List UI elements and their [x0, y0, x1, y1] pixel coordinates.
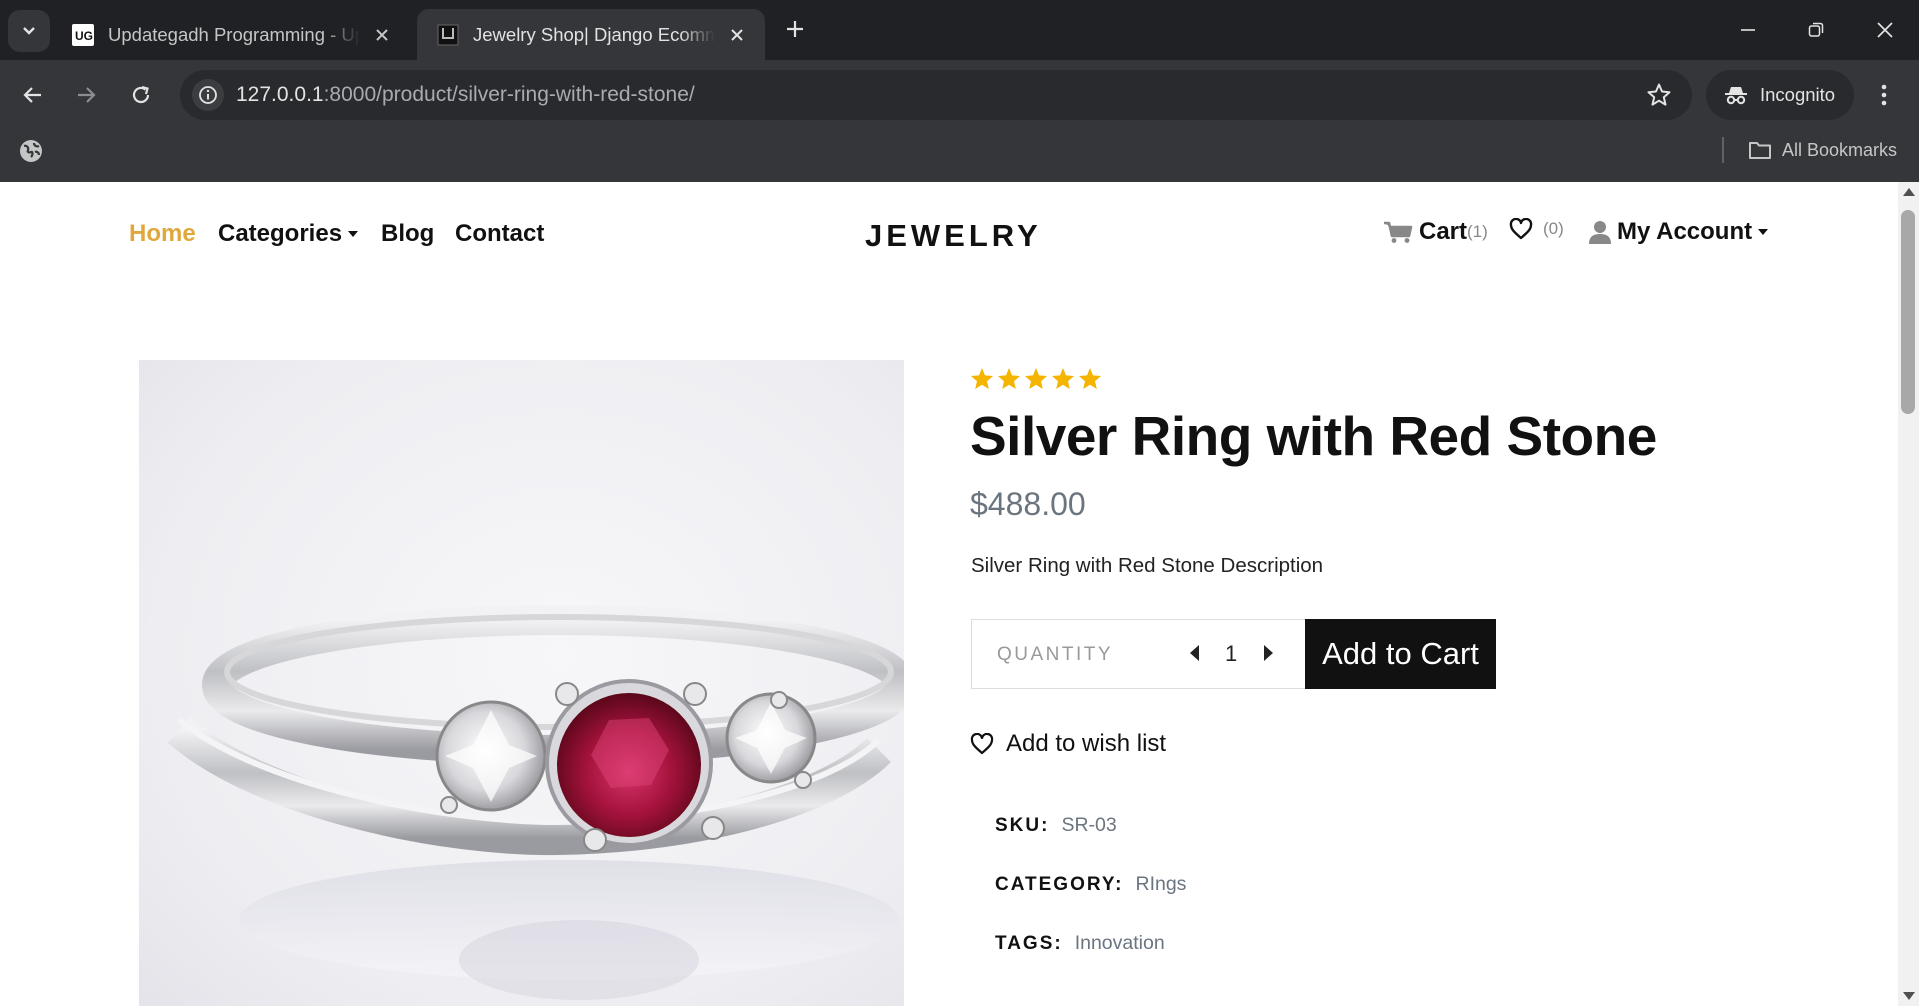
product-category: CATEGORY: RIngs [995, 873, 1186, 896]
cart-count: (1) [1467, 222, 1488, 241]
tags-label: TAGS: [995, 933, 1063, 954]
product-description: Silver Ring with Red Stone Description [971, 554, 1324, 577]
product-title: Silver Ring with Red Stone [970, 405, 1657, 467]
star-icon [998, 368, 1020, 389]
shop-bag-icon [437, 24, 459, 46]
sku-value: SR-03 [1061, 814, 1117, 836]
star-icon [971, 368, 993, 389]
cart-icon [1384, 221, 1413, 243]
nav-home-link[interactable]: Home [129, 220, 196, 248]
rating-stars [970, 367, 1102, 390]
arrow-left-icon [23, 87, 41, 103]
incognito-icon [1724, 84, 1748, 106]
cart-label: Cart [1419, 218, 1468, 245]
wishlist-count: (0) [1543, 219, 1564, 238]
add-to-wishlist-label: Add to wish list [1006, 730, 1167, 757]
nav-blog-link[interactable]: Blog [381, 220, 434, 248]
all-bookmarks-button[interactable]: All Bookmarks [1748, 136, 1897, 164]
incognito-label: Incognito [1760, 84, 1836, 105]
sku-label: SKU: [995, 815, 1050, 836]
globe-icon[interactable] [18, 138, 44, 164]
wishlist-link[interactable]: (0) [1509, 218, 1564, 240]
site-logo[interactable]: JEWELRY [865, 218, 1042, 254]
plus-icon [787, 21, 803, 37]
my-account-label: My Account [1617, 218, 1753, 245]
product-tags: TAGS: Innovation [995, 932, 1165, 955]
scroll-up-icon[interactable] [1903, 188, 1915, 196]
category-link[interactable]: RIngs [1135, 873, 1186, 896]
category-label: CATEGORY: [995, 874, 1124, 895]
address-bar[interactable]: 127.0.0.1:8000/product/silver-ring-with-… [180, 70, 1692, 120]
browser-menu-button[interactable] [1866, 77, 1902, 113]
scroll-down-icon[interactable] [1903, 992, 1915, 1000]
page-scrollbar[interactable] [1898, 182, 1919, 1006]
user-icon [1589, 221, 1611, 244]
all-bookmarks-label: All Bookmarks [1782, 139, 1898, 160]
quantity-input[interactable]: 1 [1225, 641, 1237, 667]
nav-categories-label: Categories [218, 220, 343, 247]
close-tab-icon[interactable] [370, 23, 394, 47]
url-text: 127.0.0.1:8000/product/silver-ring-with-… [236, 83, 695, 107]
my-account-dropdown[interactable]: My Account [1589, 218, 1769, 246]
browser-tab-bar: UG Updategadh Programming - Up Jewelry S… [0, 0, 1919, 60]
close-tab-icon[interactable] [725, 23, 749, 47]
star-icon [1052, 368, 1074, 389]
bookmarks-bar [0, 130, 1919, 182]
quantity-label: QUANTITY [997, 644, 1114, 665]
new-tab-button[interactable] [780, 14, 810, 44]
star-icon [1025, 368, 1047, 389]
increment-icon[interactable] [1264, 645, 1273, 661]
cart-link[interactable]: Cart (1) [1383, 218, 1488, 246]
decrement-icon[interactable] [1190, 645, 1199, 661]
url-path: :8000/product/silver-ring-with-red-stone… [323, 83, 695, 106]
back-button[interactable] [13, 75, 53, 115]
reload-button[interactable] [121, 75, 161, 115]
nav-contact-link[interactable]: Contact [455, 220, 544, 248]
nav-categories-dropdown[interactable]: Categories [218, 220, 359, 248]
add-to-cart-button[interactable]: Add to Cart [1305, 619, 1496, 689]
tag-link[interactable]: Innovation [1075, 932, 1165, 955]
heart-icon [970, 733, 994, 755]
restore-icon [1808, 22, 1824, 37]
caret-down-icon [1758, 229, 1769, 235]
minimize-icon [1741, 29, 1755, 31]
product-page: Home Categories Blog Contact JEWELRY Car… [0, 182, 1898, 1006]
tab-search-button[interactable] [8, 10, 50, 52]
tab-jewelry-shop[interactable]: Jewelry Shop| Django Ecommer [417, 9, 765, 60]
minimize-button[interactable] [1718, 8, 1778, 52]
star-icon [1079, 368, 1101, 389]
heart-icon [1509, 218, 1533, 240]
bookmark-star-icon[interactable] [1646, 82, 1672, 113]
tab-title: Jewelry Shop| Django Ecommer [473, 23, 715, 45]
bookmarks-divider [1722, 137, 1724, 163]
more-vert-icon [1881, 84, 1887, 106]
folder-icon [1749, 142, 1771, 159]
ug-logo-icon: UG [72, 23, 94, 46]
quantity-stepper: QUANTITY 1 [971, 619, 1306, 689]
chevron-down-icon [23, 27, 35, 35]
url-host: 127.0.0.1 [236, 83, 324, 106]
svg-text:UG: UG [75, 29, 93, 43]
close-window-button[interactable] [1855, 8, 1915, 52]
scrollbar-thumb[interactable] [1901, 210, 1915, 414]
site-info-icon[interactable] [192, 79, 224, 111]
arrow-right-icon [78, 87, 96, 103]
caret-down-icon [348, 231, 359, 237]
product-sku: SKU: SR-03 [995, 814, 1117, 837]
forward-button[interactable] [66, 75, 106, 115]
browser-toolbar: 127.0.0.1:8000/product/silver-ring-with-… [0, 60, 1919, 130]
close-icon [1877, 22, 1893, 38]
product-image[interactable] [139, 360, 904, 1006]
tab-title: Updategadh Programming - Up [108, 23, 360, 45]
add-to-wishlist-link[interactable]: Add to wish list [970, 730, 1166, 758]
incognito-badge[interactable]: Incognito [1706, 70, 1854, 120]
reload-icon [132, 85, 150, 104]
product-price: $488.00 [970, 486, 1086, 522]
tab-updategadh[interactable]: UG Updategadh Programming - Up [52, 9, 410, 60]
restore-button[interactable] [1786, 8, 1846, 52]
